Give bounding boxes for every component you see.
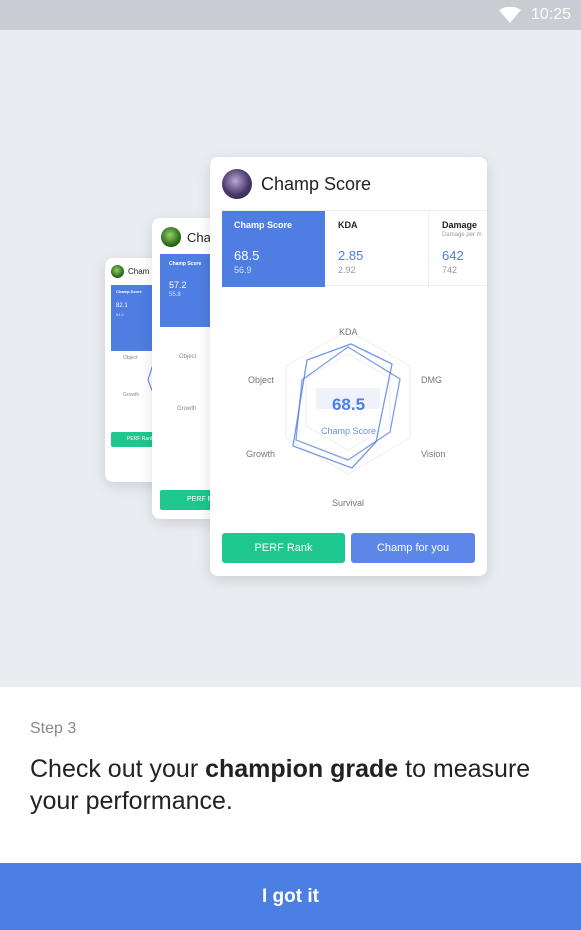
- stat-prev-value: 742: [442, 265, 458, 275]
- score-tile-label: Champ Score: [169, 261, 202, 267]
- radar-center-value: 68.5: [331, 395, 366, 414]
- stat-value: 2.85: [338, 248, 364, 263]
- stat-sublabel: Damage per m: [442, 232, 482, 238]
- score-value: 82.1: [116, 303, 128, 309]
- perf-rank-button[interactable]: PERF Rank: [222, 533, 345, 563]
- champ-for-you-button[interactable]: Champ for you: [351, 533, 475, 563]
- radar-axis-label: Vision: [421, 449, 446, 459]
- wifi-icon: [499, 7, 521, 23]
- champion-avatar: [161, 227, 181, 247]
- radar-axis-label: DMG: [421, 375, 442, 385]
- card-title: Cha: [187, 229, 211, 245]
- step-description: Check out your champion grade to measure…: [30, 753, 560, 817]
- score-value: 57.2: [169, 280, 187, 290]
- status-bar: 10:25: [0, 0, 581, 30]
- score-prev: 64.2: [116, 312, 124, 317]
- card-header: Champ Score: [222, 169, 371, 199]
- step-text-part: Check out your: [30, 755, 206, 783]
- radar-axis-label: Survival: [332, 498, 365, 508]
- champion-avatar: [222, 169, 252, 199]
- card-title: Cham: [128, 267, 150, 276]
- radar-axis-label: Object: [248, 375, 275, 385]
- perf-rank-button-label: PERF R: [187, 496, 213, 503]
- radar-axis-label: Growth: [246, 449, 276, 459]
- radar-chart: 68.5 Champ Score KDA DMG Vision Survival…: [210, 292, 487, 522]
- champion-avatar: [111, 265, 124, 278]
- radar-label: Growth: [177, 406, 197, 412]
- step-text-highlight: champion grade: [205, 755, 399, 783]
- stat-tile-champ-score[interactable]: Champ Score 68.5 56.9: [222, 211, 325, 287]
- champ-score-card: Champ Score Champ Score 68.5 56.9 KDA 2.…: [210, 157, 487, 576]
- stat-label: Champ Score: [234, 220, 293, 230]
- clock: 10:25: [530, 6, 571, 23]
- radar-label: Object: [123, 355, 138, 361]
- radar-center-label: Champ Score: [320, 426, 377, 436]
- radar-axis-label: KDA: [339, 327, 358, 337]
- stat-value: 642: [442, 248, 464, 263]
- stat-prev-value: 56.9: [234, 265, 252, 275]
- stat-value: 68.5: [234, 248, 260, 263]
- score-prev: 55.8: [169, 292, 181, 298]
- stat-prev-value: 2.92: [338, 265, 356, 275]
- radar-label: Growth: [123, 392, 140, 398]
- onboarding-illustration: Cham Champ Score 82.1 64.2 Object Growth…: [0, 30, 581, 687]
- stat-label: KDA: [338, 220, 358, 230]
- card-title: Champ Score: [261, 173, 372, 194]
- score-tile-label: Champ Score: [116, 289, 142, 294]
- got-it-button[interactable]: I got it: [0, 863, 581, 930]
- stats-row: Champ Score 68.5 56.9 KDA 2.85 2.92 Dama…: [222, 210, 487, 287]
- stat-tile-damage[interactable]: Damage Damage per m 642 742: [430, 211, 487, 287]
- stat-label: Damage: [442, 220, 478, 230]
- perf-rank-button-label: PERF Rank: [127, 436, 154, 442]
- stat-tile-kda[interactable]: KDA 2.85 2.92: [326, 211, 429, 287]
- radar-label: Object: [179, 354, 197, 360]
- step-label: Step 3: [30, 720, 77, 737]
